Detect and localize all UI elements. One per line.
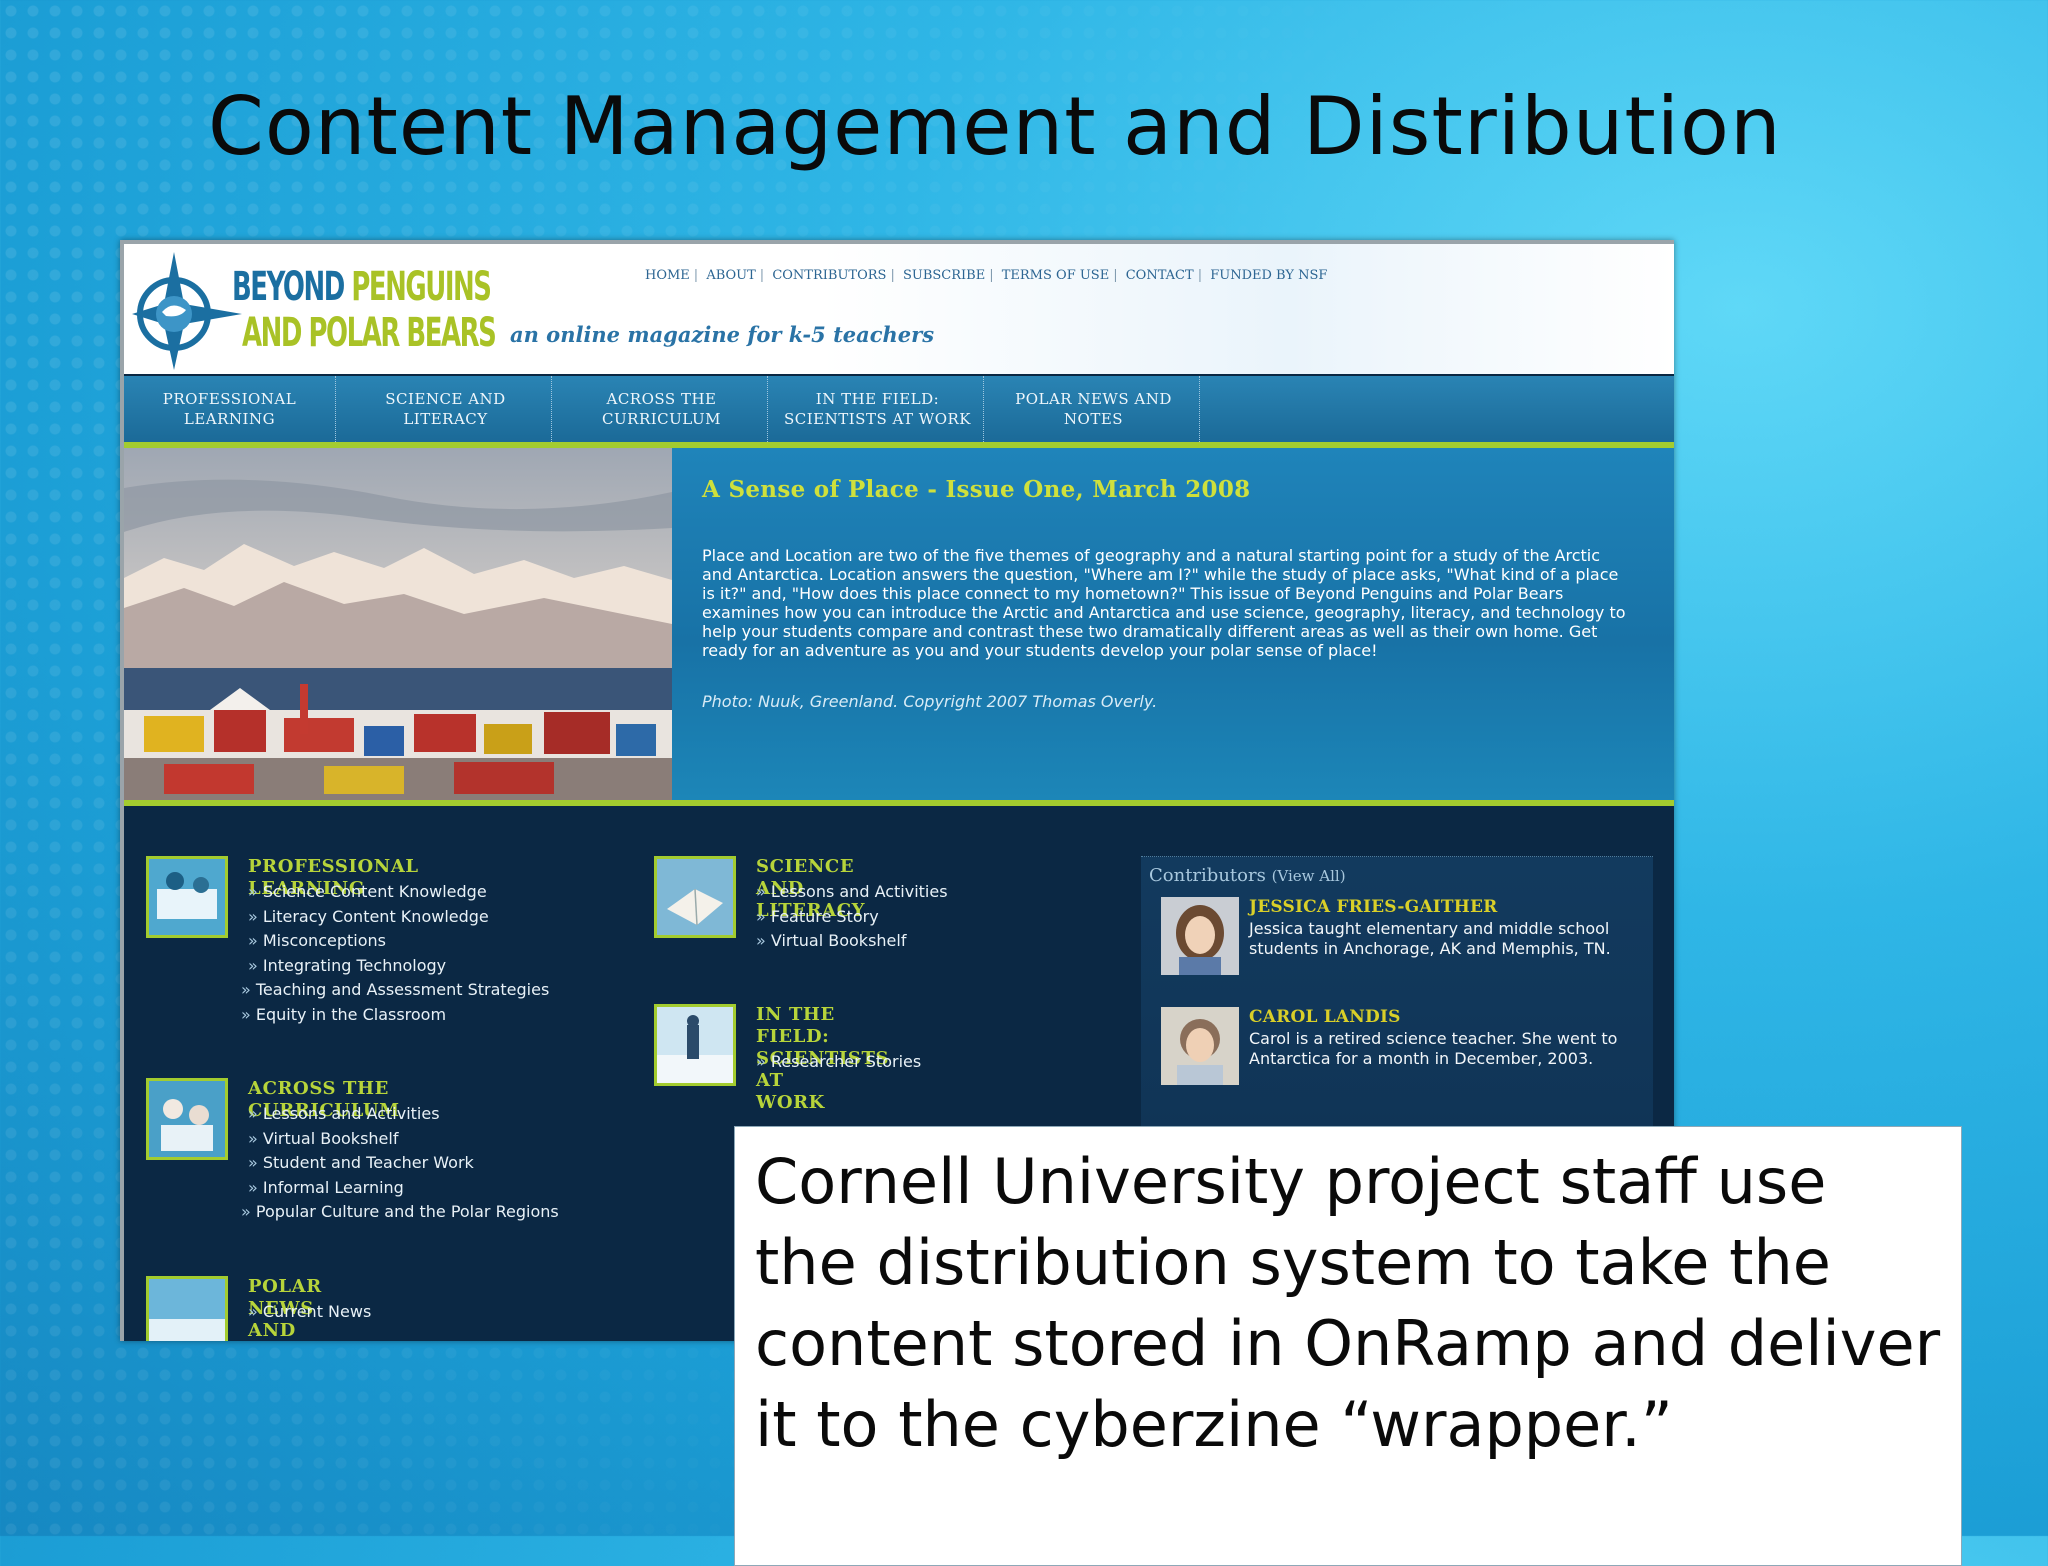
contributor-bio: Carol is a retired science teacher. She … [1249,1029,1618,1068]
issue-title[interactable]: A Sense of Place - Issue One, March 2008 [702,476,1250,503]
section-link[interactable]: Informal Learning [248,1176,559,1201]
contributors-heading: Contributors (View All) [1149,865,1346,886]
top-link-about[interactable]: ABOUT [702,268,759,283]
contributor-portrait[interactable] [1161,897,1239,975]
section-link-list: Current News [248,1300,371,1325]
top-links: HOME | ABOUT | CONTRIBUTORS | SUBSCRIBE | TE… [641,268,1331,283]
section-link[interactable]: Student and Teacher Work [248,1151,559,1176]
contributor-name[interactable]: JESSICA FRIES-GAITHER [1249,897,1498,917]
section-link[interactable]: Current News [248,1300,371,1325]
logo-wordmark-line1[interactable]: BEYOND PENGUINS [232,264,492,310]
divider: | [989,268,994,283]
top-link-terms[interactable]: TERMS OF USE [998,268,1113,283]
top-link-contributors[interactable]: CONTRIBUTORS [768,268,890,283]
photo-credit: Photo: Nuuk, Greenland. Copyright 2007 T… [702,692,1158,711]
logo-wordmark-line2[interactable]: AND POLAR BEARS [242,310,497,356]
section-link-list: Lessons and Activities Virtual Bookshelf… [248,1102,559,1225]
section-link[interactable]: Literacy Content Knowledge [248,905,549,930]
polar-news-thumbnail[interactable] [146,1276,228,1341]
divider: | [693,268,699,283]
top-link-home[interactable]: HOME [641,268,694,283]
top-link-subscribe[interactable]: SUBSCRIBE [899,268,989,283]
divider: | [1197,268,1203,283]
section-link[interactable]: Virtual Bookshelf [248,1127,559,1152]
compass-star-logo-icon[interactable] [132,252,242,370]
site-header: BEYOND PENGUINS AND POLAR BEARS an onlin… [124,244,1674,374]
section-link[interactable]: Integrating Technology [248,954,549,979]
contributor-name[interactable]: CAROL LANDIS [1249,1007,1401,1027]
callout-text: Cornell University project staff use the… [755,1145,1941,1461]
contributor-portrait[interactable] [1161,1007,1239,1085]
nav-polar-news-and-notes[interactable]: POLAR NEWS AND NOTES [988,376,1200,442]
divider: | [759,268,765,283]
science-and-literacy-thumbnail[interactable] [654,856,736,938]
contributor-bio: Jessica taught elementary and middle sch… [1249,919,1611,958]
nav-in-the-field[interactable]: IN THE FIELD: SCIENTISTS AT WORK [772,376,984,442]
slide-title: Content Management and Distribution [208,80,1782,173]
section-link[interactable]: Teaching and Assessment Strategies [241,978,549,1003]
divider: | [890,268,895,283]
nav-professional-learning[interactable]: PROFESSIONAL LEARNING [124,376,336,442]
callout-box: Cornell University project staff use the… [734,1126,1962,1566]
section-link-list: Researcher Stories [756,1050,921,1075]
hero-banner: A Sense of Place - Issue One, March 2008… [124,448,1674,800]
section-link[interactable]: Lessons and Activities [756,880,948,905]
section-link[interactable]: Science Content Knowledge [248,880,549,905]
issue-intro-text: Place and Location are two of the five t… [702,546,1626,660]
section-link[interactable]: Equity in the Classroom [241,1003,549,1028]
professional-learning-thumbnail[interactable] [146,856,228,938]
section-link[interactable]: Lessons and Activities [248,1102,559,1127]
main-nav: PROFESSIONAL LEARNING SCIENCE AND LITERA… [124,376,1674,442]
section-link[interactable]: Feature Story [756,905,948,930]
logo-word-penguins: PENGUINS [351,264,492,310]
divider: | [1113,268,1118,283]
in-the-field-thumbnail[interactable] [654,1004,736,1086]
across-the-curriculum-thumbnail[interactable] [146,1078,228,1160]
nav-science-and-literacy[interactable]: SCIENCE AND LITERACY [340,376,552,442]
top-link-contact[interactable]: CONTACT [1122,268,1198,283]
section-link[interactable]: Virtual Bookshelf [756,929,948,954]
section-link[interactable]: Researcher Stories [756,1050,921,1075]
section-link[interactable]: Misconceptions [248,929,549,954]
logo-word-beyond: BEYOND [232,264,345,310]
section-link-list: Lessons and Activities Feature Story Vir… [756,880,948,954]
nav-across-the-curriculum[interactable]: ACROSS THE CURRICULUM [556,376,768,442]
hero-photo-nuuk-greenland [124,448,672,800]
view-all-link[interactable]: (View All) [1272,867,1346,885]
section-link[interactable]: Popular Culture and the Polar Regions [241,1200,559,1225]
top-link-funded-by-nsf[interactable]: FUNDED BY NSF [1206,268,1331,283]
contributors-title: Contributors [1149,865,1266,886]
site-tagline: an online magazine for k-5 teachers [510,322,935,347]
section-link-list: Science Content Knowledge Literacy Conte… [248,880,549,1028]
